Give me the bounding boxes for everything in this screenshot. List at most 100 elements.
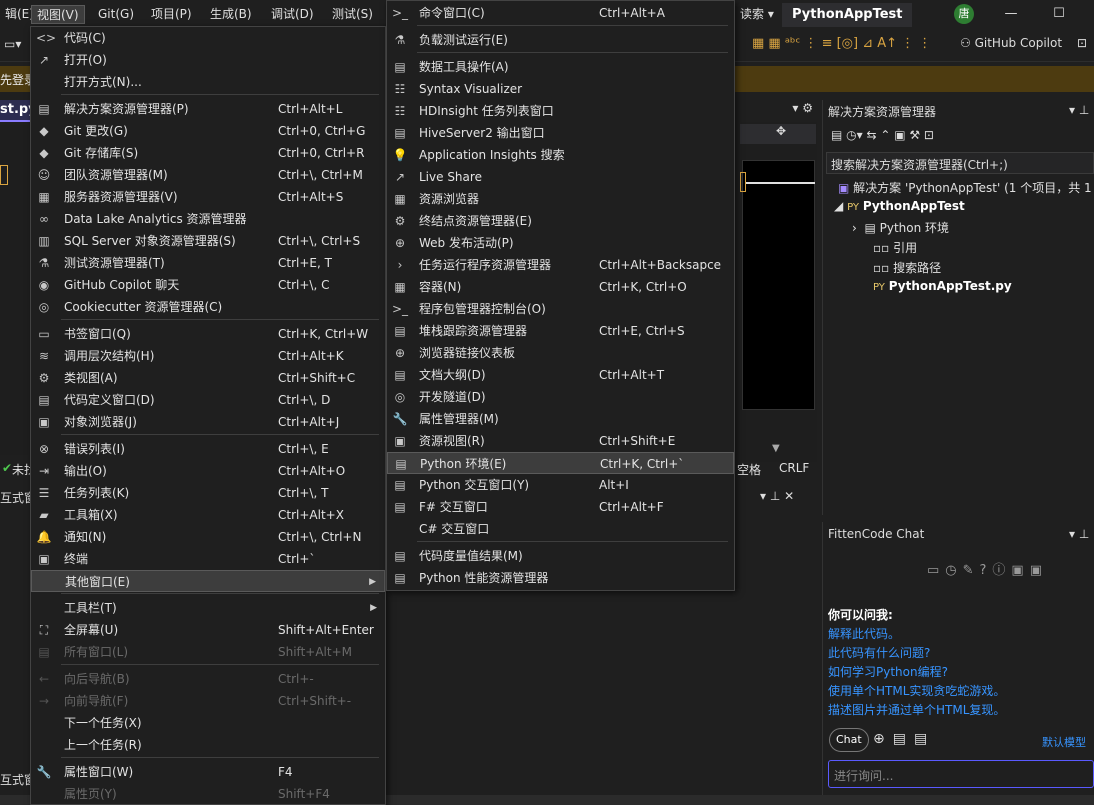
other-windows_menu-item[interactable]: › 任务运行程序资源管理器 Ctrl+Alt+Backsapce [387,254,734,276]
menu-search[interactable]: 读索 ▾ [735,5,779,24]
view-menu-item[interactable]: 打开方式(N)... [31,71,385,93]
pin-icon[interactable]: ▾ ⊥ [1069,103,1089,117]
new-item-icon[interactable]: ▭▾ [4,37,21,51]
view-menu-item[interactable]: ▰ 工具箱(X) Ctrl+Alt+X [31,504,385,526]
crlf-indicator[interactable]: CRLF [779,461,809,475]
maximize-icon[interactable]: ☐ [1050,6,1068,22]
collapse-icon[interactable]: › [852,221,857,235]
other-windows_menu-item[interactable]: ▣ 资源视图(R) Ctrl+Shift+E [387,430,734,452]
se-toolbar[interactable]: ▤ ◷▾ ⇆ ⌃ ▣ ⚒ ⊡ [831,128,934,142]
minimize-icon[interactable]: — [1002,6,1020,22]
other-windows_menu-item[interactable]: ▤ Python 环境(E) Ctrl+K, Ctrl+` [387,452,734,474]
feedback-icon[interactable]: ⊡ [1077,36,1087,50]
minimap[interactable] [742,160,815,410]
panel-controls[interactable]: ▾ ⊥ ✕ [760,489,794,503]
view-menu-item[interactable]: ▣ 对象浏览器(J) Ctrl+Alt+J [31,411,385,433]
view-menu-item[interactable]: ☺ 团队资源管理器(M) Ctrl+\, Ctrl+M [31,164,385,186]
other-windows_menu-item[interactable]: 💡 Application Insights 搜索 [387,144,734,166]
chat-pin-icon[interactable]: ▾ ⊥ [1069,527,1089,541]
other-windows_menu-item[interactable]: ▦ 资源浏览器 [387,188,734,210]
view-menu-item[interactable]: ⊗ 错误列表(I) Ctrl+\, E [31,438,385,460]
chat-suggestion-1[interactable]: 解释此代码。 [828,625,900,642]
env-node[interactable]: › ▤ Python 环境 [852,219,949,236]
menu-project[interactable]: 项目(P) [146,5,197,24]
project-node[interactable]: ◢ PY PythonAppTest [834,199,965,213]
view-menu-item[interactable]: <> 代码(C) [31,27,385,49]
chat-mode-button[interactable]: Chat [829,728,869,752]
view-menu-item[interactable]: ▦ 服务器资源管理器(V) Ctrl+Alt+S [31,186,385,208]
view-menu-item[interactable]: ▥ SQL Server 对象资源管理器(S) Ctrl+\, Ctrl+S [31,230,385,252]
view-menu-item[interactable]: ≋ 调用层次结构(H) Ctrl+Alt+K [31,345,385,367]
view-menu-item[interactable]: ◎ Cookiecutter 资源管理器(C) [31,296,385,318]
other-windows_menu-item[interactable]: ▤ Python 交互窗口(Y) Alt+I [387,474,734,496]
view-menu-item[interactable]: 其他窗口(E) ▶ [31,570,385,592]
other-windows_menu-item[interactable]: ↗ Live Share [387,166,734,188]
view-menu-item[interactable]: 🔔 通知(N) Ctrl+\, Ctrl+N [31,526,385,548]
menu-view[interactable]: 视图(V) [31,5,85,24]
avatar[interactable]: 唐 [954,4,974,24]
other-windows_menu-item[interactable]: ▤ 堆栈跟踪资源管理器 Ctrl+E, Ctrl+S [387,320,734,342]
view-menu-item[interactable]: ⚗ 测试资源管理器(T) Ctrl+E, T [31,252,385,274]
spaces-indicator[interactable]: 空格 [737,461,761,478]
gear-icon[interactable]: ▾ ⚙ [737,101,817,121]
view-menu-item[interactable]: ↗ 打开(O) [31,49,385,71]
other-windows_menu-item[interactable]: ▤ Python 性能资源管理器 [387,567,734,589]
other-windows_menu-item[interactable]: >_ 命令窗口(C) Ctrl+Alt+A [387,2,734,24]
other-windows_menu-item[interactable]: ▤ 数据工具操作(A) [387,56,734,78]
other-windows_menu-item[interactable]: ☷ HDInsight 任务列表窗口 [387,100,734,122]
other-windows_menu-item[interactable]: ◎ 开发隧道(D) [387,386,734,408]
chat-suggestion-4[interactable]: 使用单个HTML实现贪吃蛇游戏。 [828,682,1005,699]
view-menu-item[interactable]: ∞ Data Lake Analytics 资源管理器 [31,208,385,230]
expand-icon[interactable]: ◢ [834,199,843,213]
other-windows_menu-item[interactable]: ▤ HiveServer2 输出窗口 [387,122,734,144]
view-menu-item[interactable]: ◉ GitHub Copilot 聊天 Ctrl+\, C [31,274,385,296]
toolbar-icons[interactable]: ▦ ▦ ᵃᵇᶜ ⋮ ≡ [◎] ⊿ A↑ ⋮ ⋮ [752,36,931,51]
other-windows_menu-item[interactable]: ⊕ 浏览器链接仪表板 [387,342,734,364]
menu-build[interactable]: 生成(B) [205,5,257,24]
menu-test[interactable]: 测试(S) [327,5,378,24]
view-menu-item[interactable]: ⇥ 输出(O) Ctrl+Alt+O [31,460,385,482]
other-windows_menu-item[interactable]: C# 交互窗口 [387,518,734,540]
chat-input-icons[interactable]: ⊕▤▤ [873,731,935,747]
other-windows_menu-item[interactable]: ▦ 容器(N) Ctrl+K, Ctrl+O [387,276,734,298]
view-menu-item[interactable]: ◆ Git 存储库(S) Ctrl+0, Ctrl+R [31,142,385,164]
other-windows_menu-item[interactable]: ▤ 代码度量值结果(M) [387,545,734,567]
other-windows_menu-item[interactable]: 🔧 属性管理器(M) [387,408,734,430]
scroll-down-icon[interactable]: ▼ [772,443,780,454]
chat-suggestion-3[interactable]: 如何学习Python编程? [828,663,948,680]
split-icon[interactable]: ✥ [740,124,816,144]
chat-suggestion-5[interactable]: 描述图片并通过单个HTML复现。 [828,701,1005,718]
other-windows_menu-item[interactable]: ⊕ Web 发布活动(P) [387,232,734,254]
view-menu-item[interactable]: 下一个任务(X) [31,712,385,734]
view-menu-item[interactable]: ⚙ 类视图(A) Ctrl+Shift+C [31,367,385,389]
view-menu-item[interactable]: 🔧 属性窗口(W) F4 [31,761,385,783]
other-windows_menu-item[interactable]: ▤ 文档大纲(D) Ctrl+Alt+T [387,364,734,386]
view-menu-item[interactable]: ▤ 代码定义窗口(D) Ctrl+\, D [31,389,385,411]
other-windows_menu-item[interactable]: ▤ F# 交互窗口 Ctrl+Alt+F [387,496,734,518]
chat-suggestion-2[interactable]: 此代码有什么问题? [828,644,930,661]
copilot-button[interactable]: ⚇ GitHub Copilot [960,36,1062,50]
view-menu-item[interactable]: ▭ 书签窗口(Q) Ctrl+K, Ctrl+W [31,323,385,345]
view-menu-item[interactable]: ☰ 任务列表(K) Ctrl+\, T [31,482,385,504]
view-menu-item[interactable]: ▤ 解决方案资源管理器(P) Ctrl+Alt+L [31,98,385,120]
menu-debug[interactable]: 调试(D) [266,5,319,24]
file-node[interactable]: PY PythonAppTest.py [873,279,1012,293]
solution-search-input[interactable]: 搜索解决方案资源管理器(Ctrl+;) [826,152,1094,174]
other-windows_menu-item[interactable]: ⚗ 负载测试运行(E) [387,29,734,51]
other-windows_menu-item[interactable]: ⚙ 终结点资源管理器(E) [387,210,734,232]
editor-tab[interactable]: st.py [0,100,37,122]
menu-git[interactable]: Git(G) [93,5,139,24]
chat-input[interactable]: 进行询问... [828,760,1094,788]
chat-toolbar-icons[interactable]: ▭◷✎?ⓘ▣▣ [927,559,1048,578]
other-windows_menu-item[interactable]: >_ 程序包管理器控制台(O) [387,298,734,320]
model-selector[interactable]: 默认模型 [1042,734,1086,750]
refs-node[interactable]: ▫▫ 引用 [873,239,917,256]
solution-node[interactable]: ▣ 解决方案 'PythonAppTest' (1 个项目，共 1 [838,179,1092,196]
view-menu-item[interactable]: 工具栏(T) ▶ [31,597,385,619]
view-menu-item[interactable]: 上一个任务(R) [31,734,385,756]
view-menu-item[interactable]: ⛶ 全屏幕(U) Shift+Alt+Enter [31,619,385,641]
search-paths-node[interactable]: ▫▫ 搜索路径 [873,259,941,276]
other-windows_menu-item[interactable]: ☷ Syntax Visualizer [387,78,734,100]
view-menu-item[interactable]: ▣ 终端 Ctrl+` [31,548,385,570]
view-menu-item[interactable]: ◆ Git 更改(G) Ctrl+0, Ctrl+G [31,120,385,142]
